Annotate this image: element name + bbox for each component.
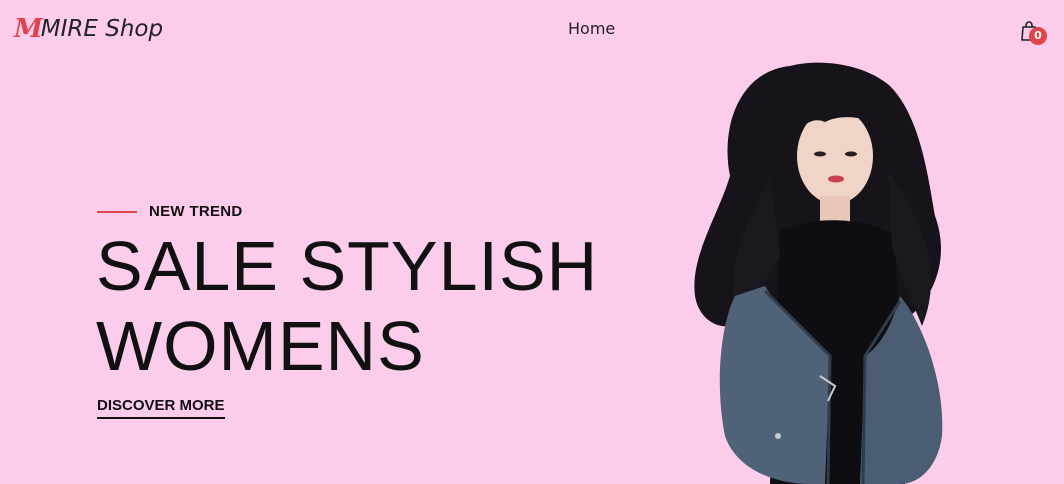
- hero-eyebrow: NEW TREND: [97, 203, 243, 220]
- site-logo[interactable]: M MIRE Shop: [14, 14, 163, 44]
- hero-model-image: [694, 62, 943, 484]
- eyebrow-text: NEW TREND: [149, 203, 243, 220]
- cart-count-badge: 0: [1029, 27, 1047, 45]
- hero-headline: SALE STYLISH WOMENS: [96, 226, 598, 386]
- eyebrow-divider: [97, 210, 137, 213]
- headline-line-1: SALE STYLISH: [96, 227, 599, 305]
- logo-mark: M: [14, 14, 43, 44]
- headline-line-2: WOMENS: [96, 307, 425, 385]
- nav-home-link[interactable]: Home: [568, 19, 615, 38]
- discover-more-button[interactable]: DISCOVER MORE: [97, 397, 225, 419]
- page: M MIRE Shop Home 0 NEW TREND SALE STYLIS…: [0, 0, 1064, 484]
- logo-text: MIRE Shop: [40, 16, 164, 42]
